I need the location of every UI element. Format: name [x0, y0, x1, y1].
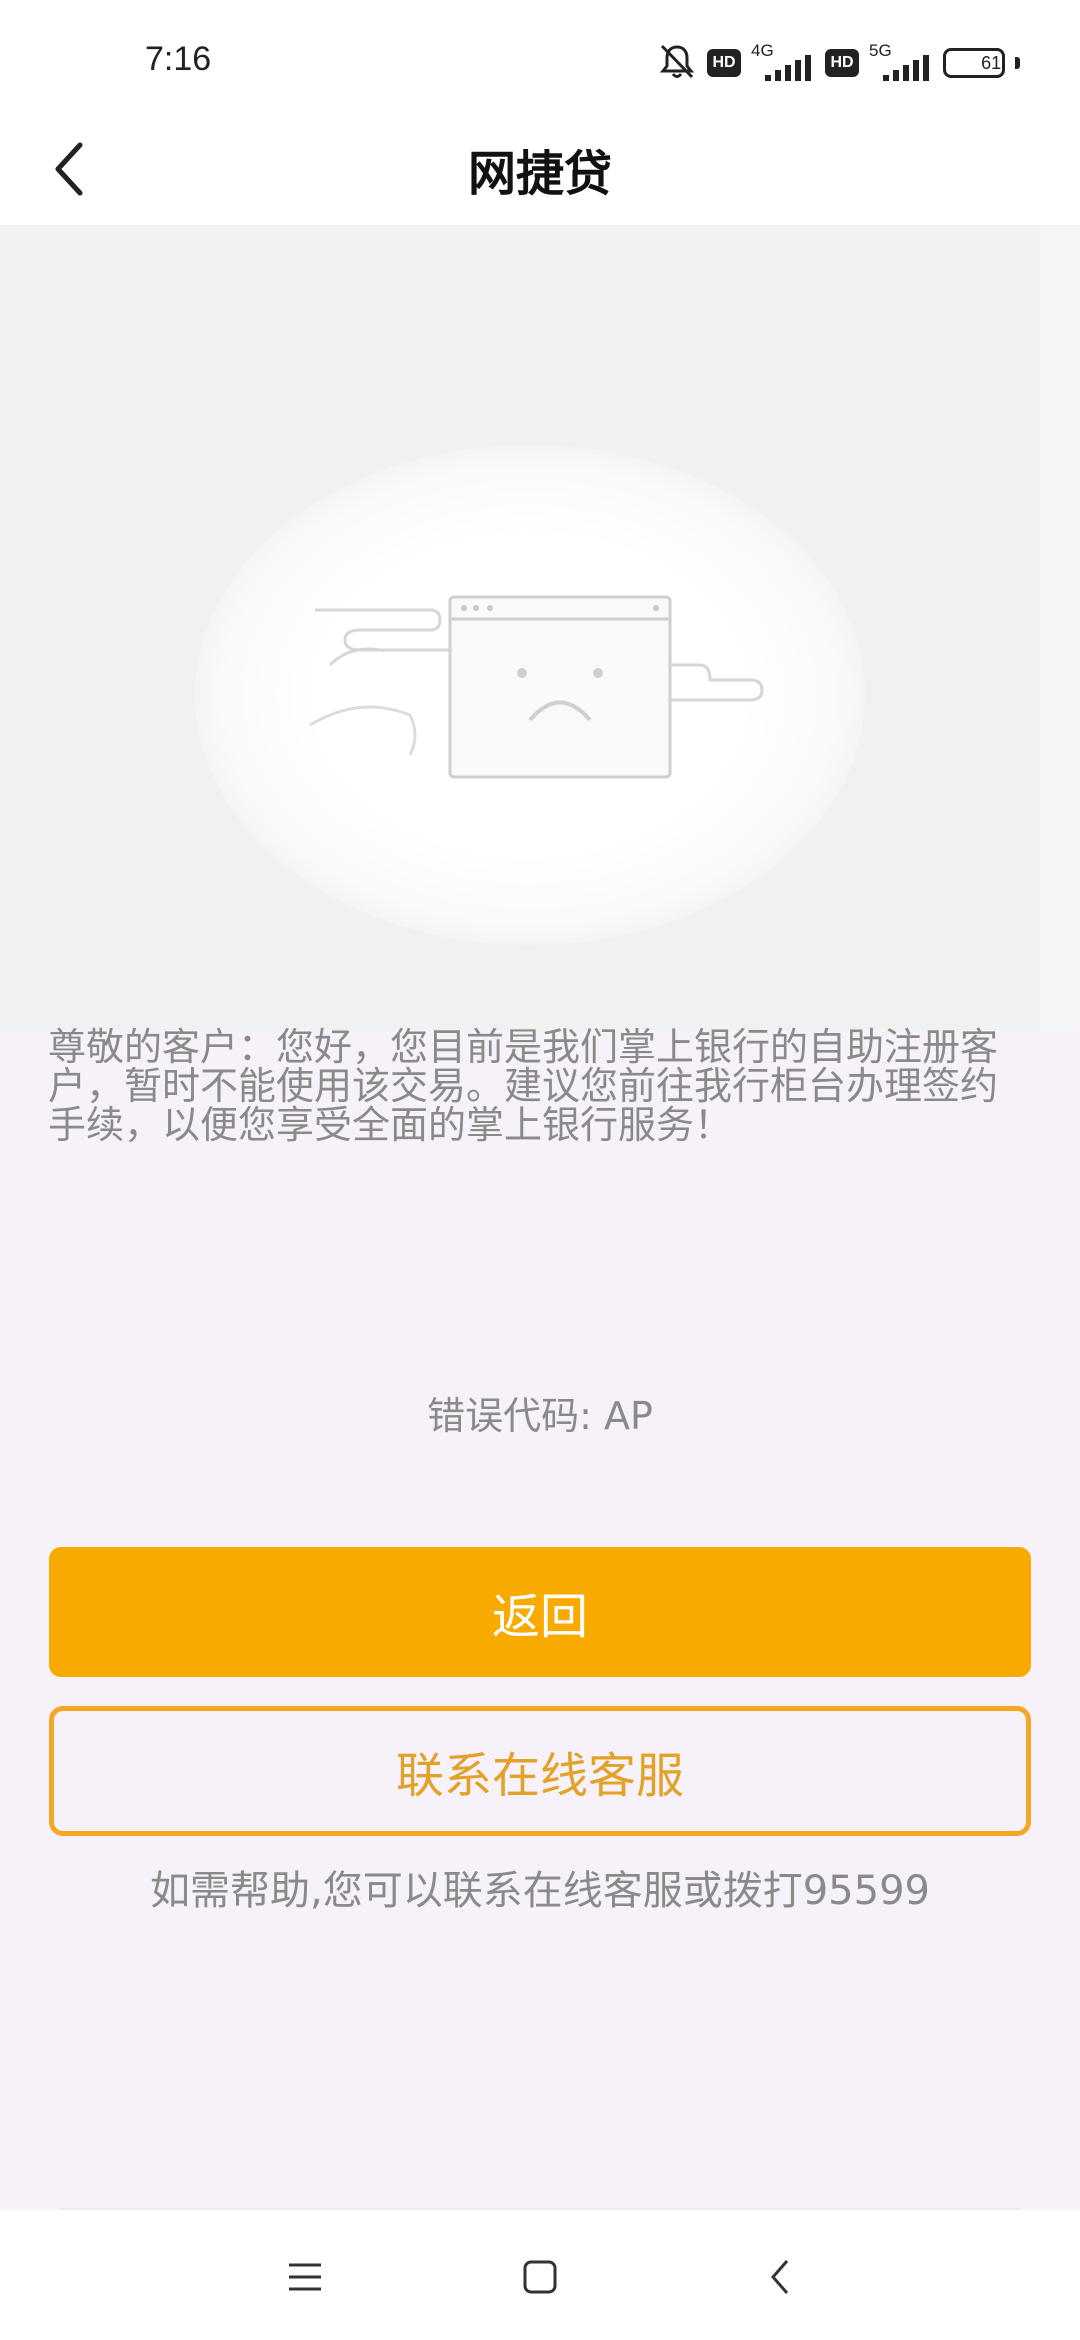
home-icon[interactable]: [505, 2242, 575, 2312]
hd-badge: HD: [825, 49, 859, 77]
battery-tip: [1015, 57, 1020, 69]
status-bar: 7:16 HD 4G HD 5G 61: [0, 0, 1080, 110]
menu-icon[interactable]: [270, 2242, 340, 2312]
status-icons: HD 4G HD 5G 61: [657, 38, 1020, 88]
page-title: 网捷贷: [467, 146, 612, 202]
sad-window-icon: [309, 595, 764, 779]
system-nav-bar: [0, 2210, 1080, 2340]
help-text: 如需帮助,您可以联系在线客服或拨打95599: [150, 1868, 930, 1914]
nav-back-icon[interactable]: [745, 2242, 815, 2312]
hd-badge: HD: [707, 49, 741, 77]
mute-bell-icon: [657, 41, 697, 85]
signal-icon: [883, 55, 929, 81]
battery-level: 61: [981, 52, 1002, 73]
battery-icon: 61: [943, 48, 1005, 78]
status-time: 7:16: [145, 40, 212, 78]
contact-service-button[interactable]: 联系在线客服: [49, 1706, 1031, 1836]
error-message: 尊敬的客户：您好，您目前是我们掌上银行的自助注册客户，暂时不能使用该交易。建议您…: [48, 1025, 999, 1147]
back-button[interactable]: 返回: [49, 1547, 1031, 1677]
app-header: 网捷贷: [0, 110, 1080, 225]
signal-5g: 5G: [869, 41, 933, 85]
screen: 7:16 HD 4G HD 5G 61 网捷贷 尊敬的客户：您好，您目前是我们掌…: [0, 0, 1080, 2340]
signal-4g: 4G: [751, 41, 815, 85]
signal-icon: [765, 55, 811, 81]
error-code: 错误代码: AP: [427, 1394, 653, 1438]
error-illustration: [0, 225, 1080, 1030]
